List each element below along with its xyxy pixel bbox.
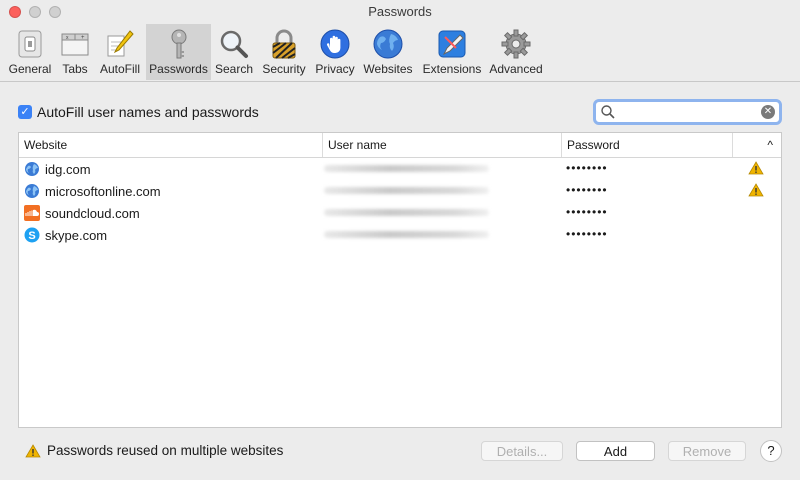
add-button[interactable]: Add [576,441,655,461]
table-row[interactable]: soundcloud.com •••••••• [19,202,781,224]
tab-autofill[interactable]: AutoFill [94,24,146,80]
tab-websites-label: Websites [363,62,413,76]
passwords-pane: ✓ AutoFill user names and passwords ✕ We… [0,82,800,480]
username-redacted [324,187,489,194]
tab-general[interactable]: General [4,24,56,80]
globe-icon [373,29,403,59]
minimize-window-button[interactable] [29,6,41,18]
help-button[interactable]: ? [760,440,782,462]
autofill-checkbox[interactable]: ✓ [18,105,32,119]
column-header-website[interactable]: Website [19,133,323,157]
zoom-window-button[interactable] [49,6,61,18]
hand-icon [320,29,350,59]
username-redacted [324,165,489,172]
reused-passwords-text: Passwords reused on multiple websites [47,443,284,458]
gear-icon [501,29,531,59]
window-controls [9,6,61,18]
soundcloud-icon [24,205,40,221]
title-bar: Passwords [0,0,800,24]
close-window-button[interactable] [9,6,21,18]
lock-icon [272,29,296,59]
column-header-password[interactable]: Password [561,133,733,157]
puzzle-icon [438,30,466,58]
tab-advanced-label: Advanced [489,62,543,76]
tab-extensions[interactable]: Extensions [417,24,487,80]
key-icon [171,29,186,59]
tab-websites[interactable]: Websites [359,24,417,80]
tab-general-label: General [8,62,52,76]
magnifier-icon [220,30,248,58]
tab-privacy[interactable]: Privacy [311,24,359,80]
search-input[interactable]: ✕ [593,99,782,125]
column-header-warning[interactable]: ^ [732,133,781,157]
password-masked: •••••••• [566,227,608,241]
general-icon [18,30,42,58]
details-button[interactable]: Details... [481,441,563,461]
tabs-icon: x + [61,33,89,56]
website-cell: soundcloud.com [24,205,140,221]
password-masked: •••••••• [566,161,608,175]
passwords-table: Website User name Password ^ idg.com •••… [18,132,782,428]
tab-tabs[interactable]: x + Tabs [56,24,94,80]
remove-button[interactable]: Remove [668,441,746,461]
tab-tabs-label: Tabs [62,62,88,76]
warning-icon [748,183,764,197]
tab-passwords[interactable]: Passwords [146,24,211,80]
autofill-icon [107,30,134,57]
website-cell: S skype.com [24,227,107,243]
website-cell: idg.com [24,161,91,177]
table-row[interactable]: microsoftonline.com •••••••• [19,180,781,202]
website-name: microsoftonline.com [45,183,161,199]
warning-icon [748,161,764,175]
website-name: skype.com [45,227,108,243]
website-name: idg.com [45,161,91,177]
tab-search-label: Search [214,62,254,76]
tab-passwords-label: Passwords [149,62,208,76]
tab-privacy-label: Privacy [315,62,355,76]
tab-autofill-label: AutoFill [99,62,140,76]
window-title: Passwords [368,4,432,19]
svg-text:+: + [81,35,85,41]
password-masked: •••••••• [566,205,608,219]
autofill-checkbox-row[interactable]: ✓ AutoFill user names and passwords [18,104,259,120]
globe-icon [25,162,39,176]
website-name: soundcloud.com [45,205,140,221]
sort-indicator: ^ [767,138,773,152]
warning-icon [25,443,41,457]
table-row[interactable]: idg.com •••••••• [19,158,781,180]
tab-search[interactable]: Search [211,24,257,80]
username-redacted [324,209,489,216]
tab-security[interactable]: Security [257,24,311,80]
tab-extensions-label: Extensions [422,62,482,76]
preferences-toolbar: General x + Tabs AutoFill Passwords Searc… [0,24,800,82]
table-row[interactable]: S skype.com •••••••• [19,224,781,246]
globe-icon [25,184,39,198]
tab-advanced[interactable]: Advanced [487,24,545,80]
reused-passwords-note: Passwords reused on multiple websites [25,443,283,458]
table-header: Website User name Password ^ [19,133,781,158]
clear-search-icon[interactable]: ✕ [761,105,775,119]
password-masked: •••••••• [566,183,608,197]
skype-icon: S [24,227,40,243]
username-redacted [324,231,489,238]
tab-security-label: Security [262,62,306,76]
column-header-username[interactable]: User name [322,133,562,157]
search-icon [601,105,615,119]
autofill-label: AutoFill user names and passwords [37,104,259,120]
svg-text:S: S [28,230,35,242]
website-cell: microsoftonline.com [24,183,161,199]
